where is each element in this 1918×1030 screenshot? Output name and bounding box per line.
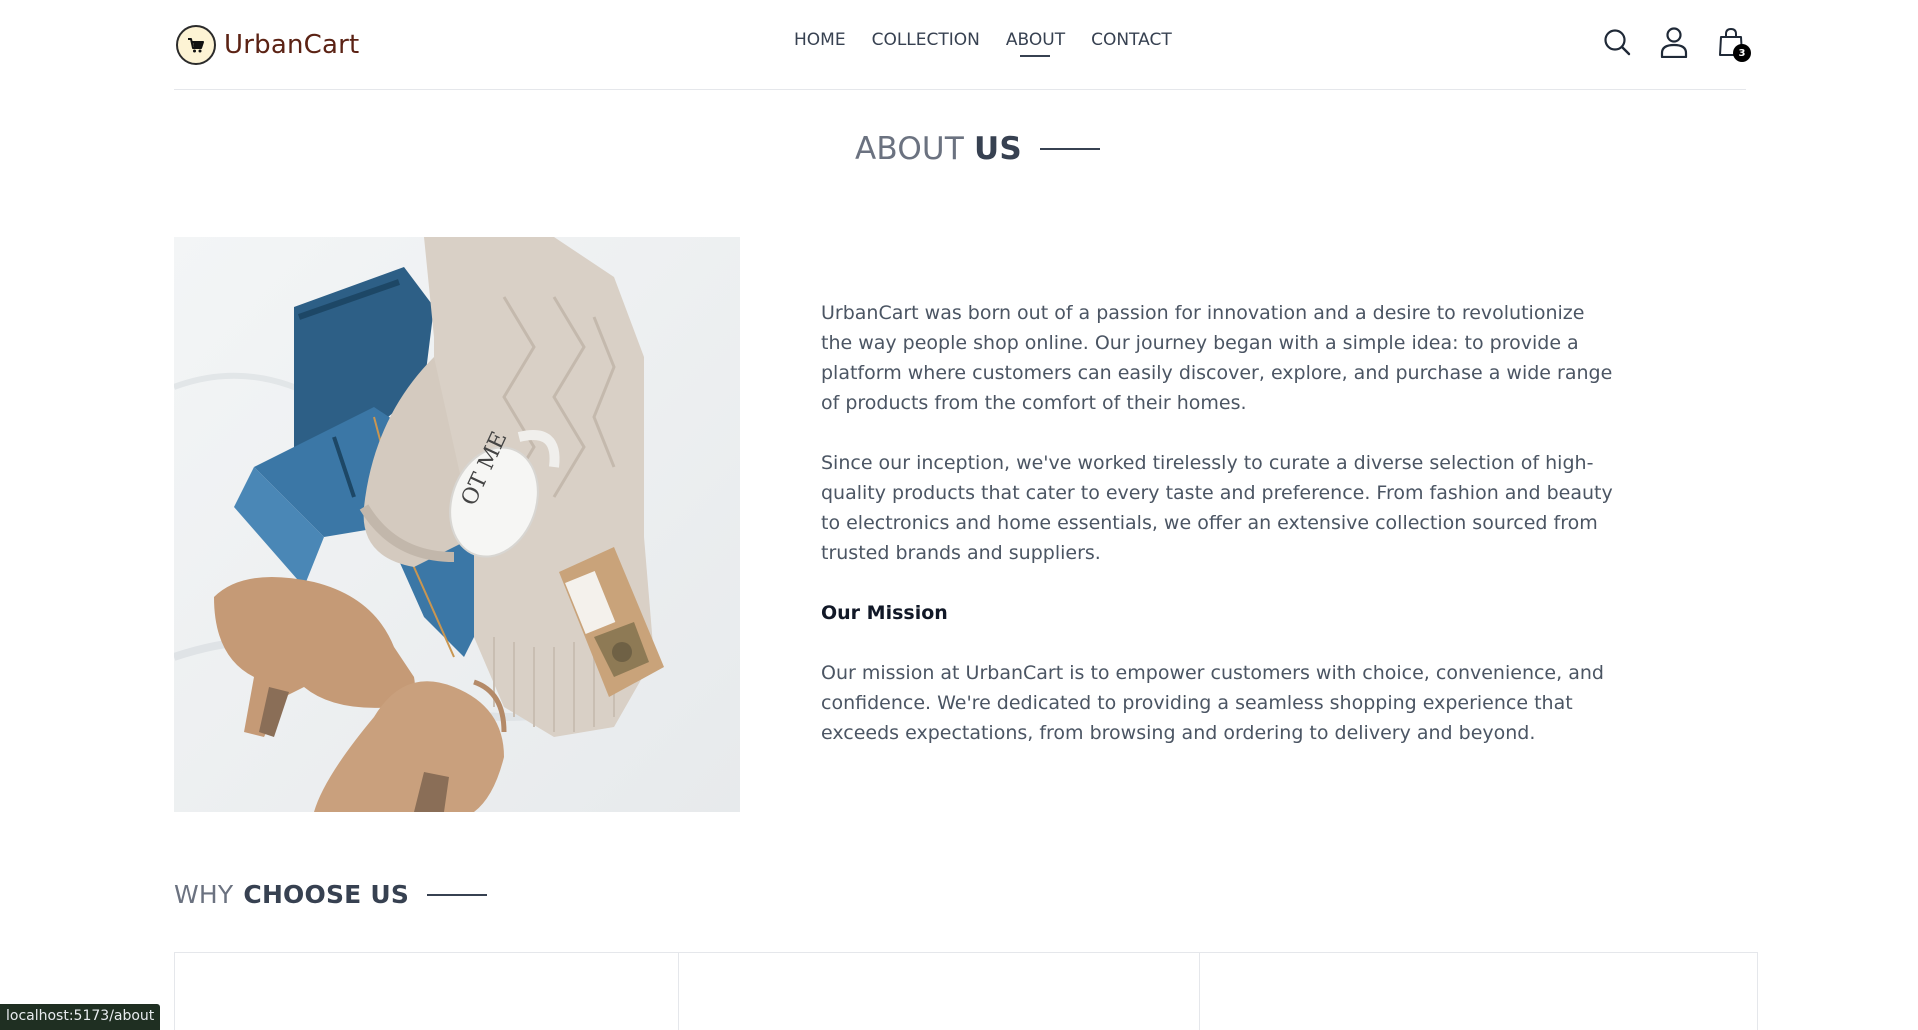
nav-contact-label: CONTACT bbox=[1091, 30, 1172, 50]
feature-card bbox=[679, 953, 1200, 1030]
brand-logo[interactable]: UrbanCart bbox=[176, 24, 359, 66]
nav-collection[interactable]: COLLECTION bbox=[872, 30, 980, 57]
header-icons: 3 bbox=[1602, 24, 1751, 62]
about-heading-strong: US bbox=[973, 131, 1022, 167]
about-heading: ABOUT US bbox=[855, 131, 1100, 167]
mission-heading: Our Mission bbox=[821, 602, 948, 624]
why-choose-us-heading: WHY CHOOSE US bbox=[174, 880, 488, 909]
browser-status-url: localhost:5173/about bbox=[0, 1004, 161, 1030]
user-icon bbox=[1660, 27, 1688, 58]
active-nav-indicator bbox=[1020, 55, 1051, 57]
nav-contact[interactable]: CONTACT bbox=[1091, 30, 1172, 57]
why-heading-strong: CHOOSE US bbox=[243, 880, 410, 909]
main-nav: HOME COLLECTION ABOUT CONTACT bbox=[794, 30, 1172, 57]
feature-card bbox=[175, 953, 679, 1030]
heading-rule bbox=[427, 893, 488, 896]
why-heading-light: WHY bbox=[174, 880, 234, 909]
nav-home-label: HOME bbox=[794, 30, 846, 50]
about-paragraph-2: Since our inception, we've worked tirele… bbox=[821, 452, 1613, 564]
mission-text: Our mission at UrbanCart is to empower c… bbox=[821, 662, 1604, 744]
cart-logo-icon bbox=[176, 25, 216, 65]
about-heading-light: ABOUT bbox=[855, 131, 964, 167]
about-paragraph-1: UrbanCart was born out of a passion for … bbox=[821, 302, 1613, 414]
about-image: OT ME bbox=[174, 237, 740, 812]
cart-button[interactable]: 3 bbox=[1716, 24, 1751, 62]
search-icon bbox=[1604, 29, 1631, 56]
nav-home[interactable]: HOME bbox=[794, 30, 846, 57]
about-content: UrbanCart was born out of a passion for … bbox=[821, 298, 1621, 778]
nav-collection-label: COLLECTION bbox=[871, 30, 980, 50]
site-header: UrbanCart HOME COLLECTION ABOUT CONTACT bbox=[174, 0, 1751, 90]
why-choose-us-cards bbox=[174, 952, 1758, 1030]
profile-button[interactable] bbox=[1659, 24, 1689, 60]
nav-about[interactable]: ABOUT bbox=[1006, 30, 1065, 57]
cart-count-badge: 3 bbox=[1733, 44, 1751, 62]
heading-rule bbox=[1039, 148, 1100, 150]
feature-card bbox=[1200, 953, 1757, 1030]
search-button[interactable] bbox=[1602, 24, 1632, 60]
about-page: UrbanCart HOME COLLECTION ABOUT CONTACT bbox=[0, 0, 1918, 1030]
brand-name: UrbanCart bbox=[224, 30, 360, 60]
nav-about-label: ABOUT bbox=[1005, 30, 1066, 50]
